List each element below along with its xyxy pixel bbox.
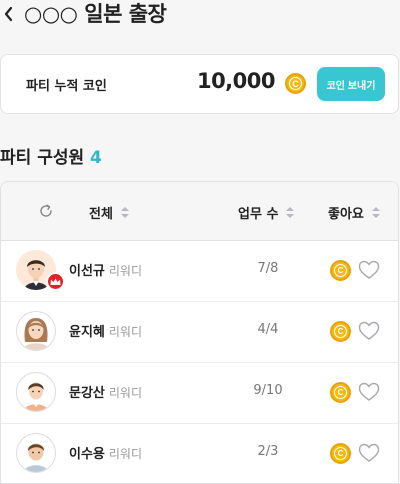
header: ○○○ 일본 출장 [0,0,400,30]
column-tasks-label: 업무 수 [238,207,279,222]
heart-outline-icon[interactable] [358,382,380,402]
column-all[interactable]: 전체 [89,203,129,222]
column-all-label: 전체 [89,207,113,222]
heart-outline-icon[interactable] [358,443,380,463]
member-name-text: 이선규 [69,264,105,279]
chevron-left-icon [4,6,13,22]
member-role: 리워디 [108,447,143,461]
members-count: 4 [90,148,102,168]
coin-amount: 10,000 [196,69,276,93]
avatar [16,311,56,351]
member-name-text: 윤지혜 [69,325,105,340]
column-likes-label: 좋아요 [328,207,364,222]
member-name: 윤지혜 리워디 [69,321,142,340]
page-title: ○○○ 일본 출장 [24,2,167,26]
task-count: 7/8 [257,261,279,276]
party-coin-card: 파티 누적 코인 10,000 C 코인 보내기 [0,54,399,114]
coin-icon: C [285,73,306,94]
table-row[interactable]: 윤지혜 리워디 4/4 C [1,301,398,363]
table-header: 전체 업무 수 좋아요 [1,182,398,241]
coin-icon[interactable]: C [330,321,351,342]
column-likes[interactable]: 좋아요 [328,203,380,222]
member-name-text: 문강산 [69,386,105,401]
heart-outline-icon[interactable] [358,321,380,341]
coin-symbol: C [334,386,347,399]
task-count: 4/4 [257,322,279,337]
task-count: 2/3 [257,444,279,459]
coin-label: 파티 누적 코인 [26,79,107,94]
member-name: 이선규 리워디 [69,260,142,279]
table-row[interactable]: 이수용 리워디 2/3 C [1,423,398,483]
members-section-title: 파티 구성원 4 [0,143,102,168]
avatar [16,372,56,412]
members-title-label: 파티 구성원 [0,148,85,168]
coin-symbol: C [334,264,347,277]
member-name-text: 이수용 [69,447,105,462]
back-button[interactable] [0,1,20,27]
member-name: 문강산 리워디 [69,382,142,401]
table-row[interactable]: 문강산 리워디 9/10 C [1,362,398,424]
coin-icon[interactable]: C [330,443,351,464]
member-role: 리워디 [108,386,143,400]
coin-symbol: C [289,77,302,90]
avatar [16,433,56,473]
refresh-button[interactable] [37,202,55,220]
coin-icon[interactable]: C [330,260,351,281]
task-count: 9/10 [253,383,283,398]
sort-icon [371,207,380,218]
member-role: 리워디 [108,264,143,278]
sort-icon [286,207,295,218]
member-name: 이수용 리워디 [69,443,142,462]
crown-icon [46,272,65,291]
coin-symbol: C [334,325,347,338]
members-table: 전체 업무 수 좋아요 이선규 리워디 7/8 C 윤지혜 리워디 4/4 C … [0,181,399,484]
coin-icon[interactable]: C [330,382,351,403]
refresh-icon [40,204,52,217]
member-role: 리워디 [108,325,143,339]
table-row[interactable]: 이선규 리워디 7/8 C [1,240,398,302]
heart-outline-icon[interactable] [358,260,380,280]
send-coin-button[interactable]: 코인 보내기 [317,67,385,101]
coin-symbol: C [334,447,347,460]
column-tasks[interactable]: 업무 수 [238,203,295,222]
sort-icon [120,207,129,218]
